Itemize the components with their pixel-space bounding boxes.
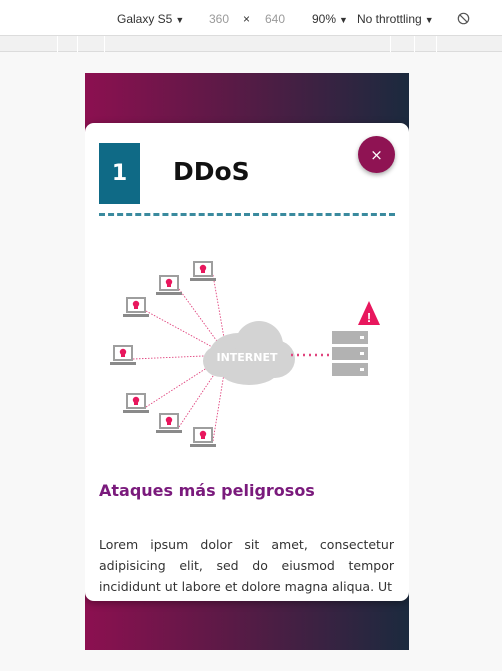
- card-subtitle: Ataques más peligrosos: [99, 481, 315, 500]
- ddos-illustration: INTERNET !: [110, 261, 380, 447]
- ruler-tick: [57, 36, 58, 52]
- height-input[interactable]: 640: [265, 12, 285, 26]
- ruler-tick: [436, 36, 437, 52]
- bot-laptop-icon: [156, 413, 182, 433]
- device-viewport: 1 DDoS × INTERNET ! Ataques más peligros…: [85, 73, 409, 650]
- width-input[interactable]: 360: [209, 12, 229, 26]
- bot-laptop-icon: [156, 275, 182, 295]
- ruler-tick: [414, 36, 415, 52]
- alert-icon: !: [358, 301, 380, 325]
- internet-label: INTERNET: [216, 351, 278, 364]
- zoom-select[interactable]: 90% ▼: [312, 12, 348, 26]
- card-number-badge: 1: [99, 143, 140, 204]
- bot-laptops: [110, 261, 216, 447]
- throttling-value: No throttling: [357, 12, 422, 26]
- ruler-tick: [390, 36, 391, 52]
- alert-symbol: !: [367, 310, 371, 325]
- info-card: 1 DDoS × INTERNET ! Ataques más peligros…: [85, 123, 409, 601]
- device-select[interactable]: Galaxy S5 ▼: [117, 12, 184, 26]
- bot-laptop-icon: [123, 393, 149, 413]
- throttling-select[interactable]: No throttling ▼: [357, 12, 434, 26]
- ruler-tick: [77, 36, 78, 52]
- device-name: Galaxy S5: [117, 12, 173, 26]
- close-button[interactable]: ×: [358, 136, 395, 173]
- chevron-down-icon: ▼: [339, 15, 348, 25]
- internet-cloud: INTERNET: [203, 321, 295, 385]
- card-body-text: Lorem ipsum dolor sit amet, consectetur …: [99, 537, 394, 594]
- device-toolbar: Galaxy S5 ▼ 360 × 640 90% ▼ No throttling ▼: [0, 0, 502, 36]
- bot-laptop-icon: [190, 261, 216, 281]
- bot-laptop-icon: [110, 345, 136, 365]
- bot-laptop-icon: [190, 427, 216, 447]
- media-query-ruler[interactable]: [0, 36, 502, 52]
- zoom-value: 90%: [312, 12, 337, 26]
- rotate-icon[interactable]: [457, 12, 470, 25]
- dimension-separator: ×: [243, 12, 251, 26]
- chevron-down-icon: ▼: [175, 15, 185, 25]
- chevron-down-icon: ▼: [424, 15, 434, 25]
- bot-laptop-icon: [123, 297, 149, 317]
- server-icon: [332, 331, 368, 376]
- card-title: DDoS: [173, 157, 250, 186]
- dashed-divider: [99, 213, 395, 216]
- ruler-tick: [104, 36, 105, 52]
